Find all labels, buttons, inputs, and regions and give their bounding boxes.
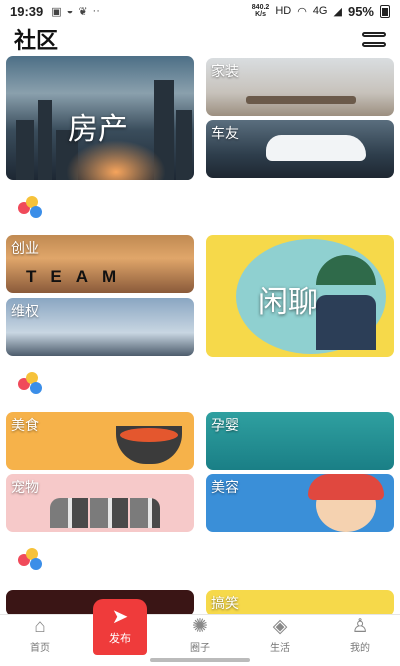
card-chat-label: 闲聊 — [258, 286, 318, 319]
building-shape — [16, 120, 34, 180]
wechat-icon: ❦ — [78, 5, 88, 18]
tab-life[interactable]: ◈ 生活 — [240, 615, 320, 666]
tab-mine[interactable]: ♙ 我的 — [320, 615, 400, 666]
hotpot-shape — [116, 426, 182, 464]
card-car[interactable]: 车友 — [206, 120, 394, 178]
tab-life-label: 生活 — [270, 643, 290, 654]
publish-button[interactable]: ➤ 发布 — [93, 599, 147, 655]
status-bar: 19:39 ▣ ◒ ❦ ·· 840.2 K/s HD ◠ 4G ◢ 95% — [0, 0, 400, 22]
logo-dot-blue — [30, 558, 42, 570]
building-shape — [38, 100, 52, 180]
home-indicator — [150, 658, 250, 662]
card-food-label: 美食 — [11, 417, 39, 433]
menu-button[interactable] — [362, 27, 386, 51]
cats-shape — [50, 498, 160, 528]
battery-percent: 95% — [347, 3, 374, 19]
card-house[interactable]: 房产 — [6, 56, 194, 180]
car-shape — [266, 135, 366, 161]
card-pet-label: 宠物 — [11, 479, 39, 495]
card-fun-label: 搞笑 — [211, 595, 239, 611]
notification-icons: ▣ ◒ ❦ ·· — [51, 5, 100, 18]
tab-circle-label: 圈子 — [190, 643, 210, 654]
network-speed: 840.2 K/s — [252, 4, 270, 18]
hd-badge: HD — [275, 5, 292, 17]
card-pet[interactable]: 宠物 — [6, 474, 194, 532]
network-type: 4G — [312, 5, 328, 17]
speed-value: 840.2 — [251, 4, 270, 11]
section-logo — [18, 196, 48, 220]
tab-home-label: 首页 — [30, 643, 50, 654]
paper-plane-icon: ➤ — [111, 606, 129, 628]
car-notification-icon: ◒ — [66, 4, 74, 17]
section-logo — [18, 372, 48, 396]
card-car-label: 车友 — [211, 125, 239, 141]
tab-publish[interactable]: ➤ 发布 — [80, 599, 160, 666]
page-header: 社区 — [0, 24, 400, 54]
signal-icon: ◢ — [333, 5, 342, 18]
battery-icon — [380, 4, 390, 18]
speed-unit: K/s — [255, 11, 266, 18]
card-beauty[interactable]: 美容 — [206, 474, 394, 532]
card-baby[interactable]: 孕婴 — [206, 412, 394, 470]
page-title: 社区 — [14, 28, 59, 53]
card-rights[interactable]: 维权 — [6, 298, 194, 356]
team-banner-text: TEAM — [26, 267, 131, 286]
logo-dot-blue — [30, 382, 42, 394]
tab-publish-label: 发布 — [109, 633, 131, 645]
tab-mine-label: 我的 — [350, 643, 370, 654]
card-food[interactable]: 美食 — [6, 412, 194, 470]
status-time: 19:39 — [10, 3, 44, 19]
card-fun[interactable]: 搞笑 — [206, 590, 394, 616]
compass-icon: ◈ — [272, 616, 288, 637]
tab-home[interactable]: ⌂ 首页 — [0, 615, 80, 666]
status-right: 840.2 K/s HD ◠ 4G ◢ 95% — [252, 4, 390, 19]
card-baby-label: 孕婴 — [211, 417, 239, 433]
table-shape — [246, 96, 356, 104]
menu-icon-top — [362, 31, 386, 37]
menu-icon-bottom — [362, 41, 386, 47]
card-startup-label: 创业 — [11, 240, 39, 256]
section-logo — [18, 548, 48, 572]
people-shape — [316, 295, 376, 350]
card-home-decor[interactable]: 家装 — [206, 58, 394, 116]
user-icon: ♙ — [351, 616, 369, 637]
card-chat[interactable]: 闲聊 — [206, 235, 394, 357]
image-notification-icon: ▣ — [51, 5, 62, 18]
aperture-icon: ✺ — [192, 616, 208, 637]
card-startup[interactable]: TEAM 创业 — [6, 235, 194, 293]
home-icon: ⌂ — [34, 616, 46, 637]
card-beauty-label: 美容 — [211, 479, 239, 495]
logo-dot-blue — [30, 206, 42, 218]
card-house-label: 房产 — [68, 113, 128, 146]
more-notifications-icon: ·· — [92, 4, 100, 17]
wifi-icon: ◠ — [297, 5, 307, 18]
face-shape — [308, 474, 384, 532]
card-home-decor-label: 家装 — [211, 63, 239, 79]
building-shape — [176, 110, 192, 180]
card-rights-label: 维权 — [11, 303, 39, 319]
